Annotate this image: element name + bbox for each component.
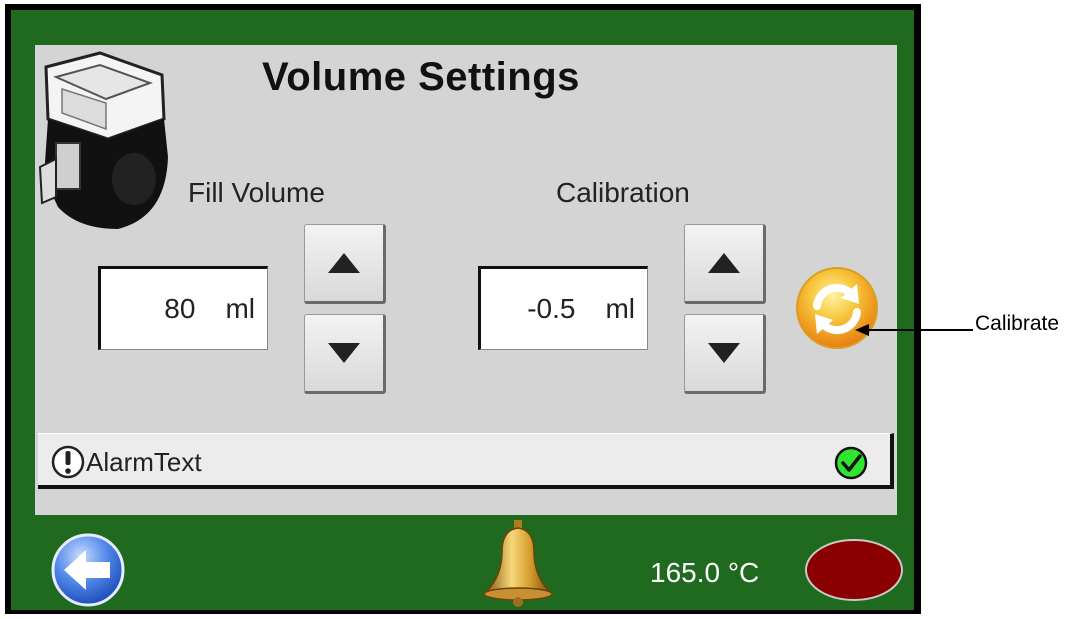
status-indicator [805,539,903,601]
fill-volume-decrease-button[interactable] [304,314,386,394]
fill-volume-value: 80 [164,293,196,324]
calibration-decrease-button[interactable] [684,314,766,394]
triangle-up-icon [708,253,740,273]
calibration-unit: ml [605,293,635,324]
back-button[interactable] [50,532,126,608]
triangle-up-icon [328,253,360,273]
temperature-readout: 165.0 °C [650,557,760,588]
fill-volume-unit: ml [225,293,255,324]
exclamation-icon [51,445,85,479]
calibration-field[interactable]: -0.5 ml [478,266,648,350]
bell-icon[interactable] [476,518,560,608]
status-strip [38,492,894,514]
triangle-down-icon [708,343,740,363]
triangle-down-icon [328,343,360,363]
fill-volume-field[interactable]: 80 ml [98,266,268,350]
calibration-increase-button[interactable] [684,224,766,304]
fill-volume-increase-button[interactable] [304,224,386,304]
calibrate-callout-label: Calibrate [975,312,1060,335]
calibration-label: Calibration [556,177,690,208]
alarm-text: AlarmText [86,447,202,477]
page-title: Volume Settings [262,55,580,99]
checkmark-icon [834,446,868,480]
callout-arrow [855,324,973,336]
pump-device-icon [38,51,168,229]
calibration-value: -0.5 [527,293,576,324]
fill-volume-label: Fill Volume [188,177,325,208]
